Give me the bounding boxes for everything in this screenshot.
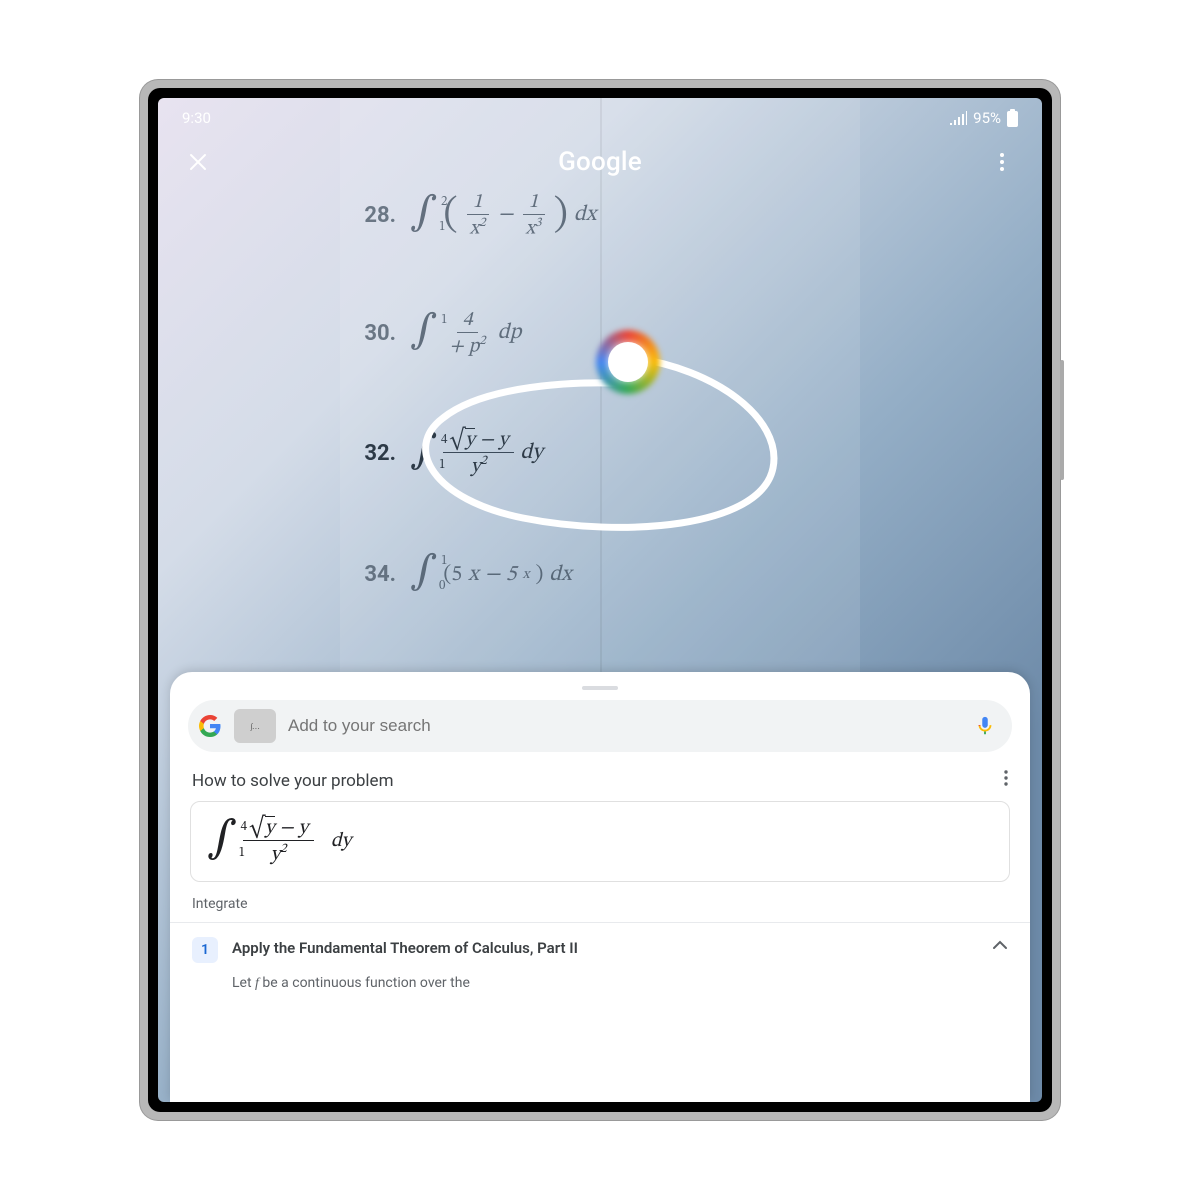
status-right: 95% (949, 109, 1018, 127)
search-bar[interactable]: ∫… (188, 700, 1012, 752)
more-button[interactable] (986, 146, 1018, 178)
status-time: 9:30 (182, 109, 211, 127)
integrate-label: Integrate (192, 896, 1008, 912)
device-screen: 9:30 95% Google (148, 88, 1052, 1112)
status-battery-text: 95% (973, 109, 1001, 127)
results-sheet[interactable]: ∫… How to solve your problem ∫41 (170, 672, 1030, 1102)
more-vert-icon (1004, 770, 1008, 786)
search-input[interactable] (288, 716, 962, 736)
status-bar: 9:30 95% (158, 98, 1042, 138)
results-heading-row: How to solve your problem (192, 770, 1008, 791)
problem-32: 32. ∫41 √y − y y2 dy (350, 428, 870, 479)
brand-logo: Google (558, 147, 642, 177)
mic-icon (974, 715, 996, 737)
problem-number: 34. (350, 562, 396, 587)
app-top-bar: Google (158, 146, 1042, 178)
more-vert-icon (1000, 153, 1004, 171)
problem-34: 34. ∫10 (5x − 5x) dx (350, 558, 870, 591)
chevron-up-icon (992, 937, 1008, 953)
circle-cursor-dot (608, 342, 648, 382)
close-icon (188, 152, 208, 172)
step-1[interactable]: 1 Apply the Fundamental Theorem of Calcu… (188, 923, 1012, 969)
close-button[interactable] (182, 146, 214, 178)
results-heading: How to solve your problem (192, 771, 394, 791)
recognized-expression: ∫41 √y − y y2 dy (190, 801, 1010, 882)
math-textbook-page: 28. ∫21 ( 1x2 − 1x3 ) dx 30. ∫1 (340, 98, 860, 698)
query-thumbnail: ∫… (234, 709, 276, 743)
step-title: Apply the Fundamental Theorem of Calculu… (232, 937, 978, 960)
screen-content: 9:30 95% Google (158, 98, 1042, 1102)
problem-number: 32. (350, 441, 396, 466)
results-more-button[interactable] (1004, 770, 1008, 791)
step-number-badge: 1 (192, 937, 218, 963)
google-g-icon (198, 714, 222, 738)
signal-icon (949, 111, 967, 125)
problem-number: 28. (350, 203, 396, 228)
device-frame: 9:30 95% Google (140, 80, 1060, 1120)
mic-button[interactable] (974, 715, 996, 737)
sheet-grabber[interactable] (582, 686, 618, 690)
problem-28: 28. ∫21 ( 1x2 − 1x3 ) dx (350, 190, 870, 241)
collapse-button[interactable] (992, 937, 1008, 957)
step-body: Let f be a continuous function over the (188, 969, 1012, 992)
battery-icon (1007, 109, 1018, 127)
problem-number: 30. (350, 321, 396, 346)
